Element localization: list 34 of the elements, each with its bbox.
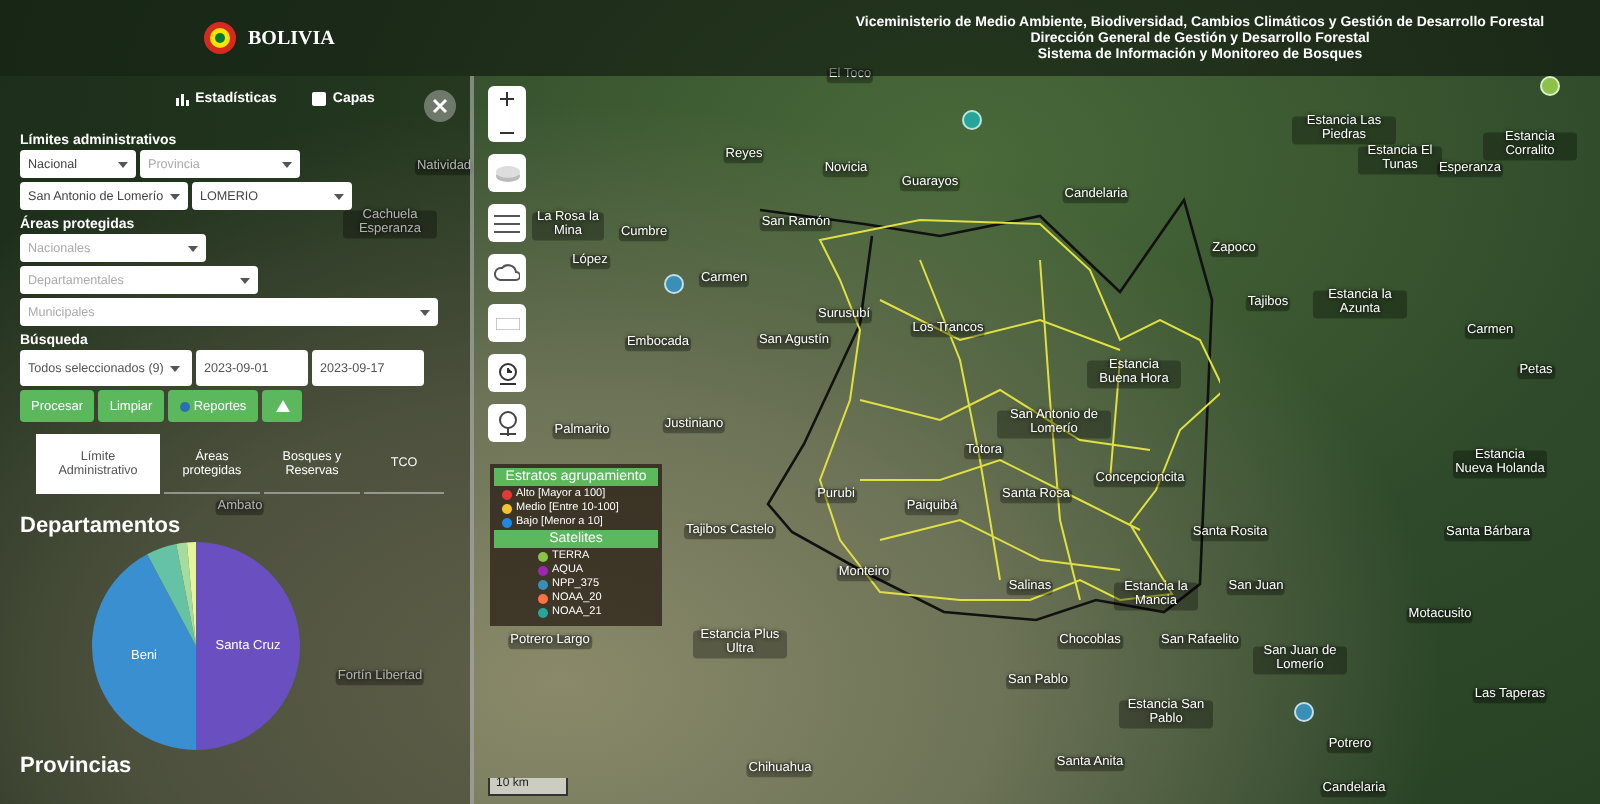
caret-icon [118,161,128,167]
chart-title: Provincias [20,754,134,778]
fire-button[interactable] [488,404,526,442]
hotspot-marker[interactable] [664,274,684,294]
caret-icon [169,365,180,371]
warning-icon [275,400,289,412]
close-icon[interactable] [424,90,456,122]
globe-icon [179,401,190,411]
menu-icon [494,213,520,233]
cloud-icon [494,263,520,283]
menu-button[interactable] [488,204,526,242]
history-button[interactable] [488,354,526,392]
emblem-icon [200,18,240,58]
clock-icon [495,361,519,385]
minus-icon [500,131,514,133]
tree-icon [495,410,519,436]
caret-icon [188,245,198,251]
caret-icon [282,161,292,167]
bar-chart-icon [175,93,190,105]
hotspot-marker[interactable] [1294,702,1314,722]
plus-icon [500,91,514,105]
caret-icon [334,193,344,199]
logo-text: BOLIVIA [248,27,335,49]
hotspot-marker[interactable] [962,110,982,130]
caret-icon [420,309,430,315]
caret-icon [240,277,250,283]
cloud-button[interactable] [488,254,526,292]
warning-button[interactable] [262,390,302,422]
caret-icon [170,193,180,199]
hotspot-marker[interactable] [1540,76,1560,96]
file-icon [495,317,519,329]
layers-button[interactable] [488,154,526,192]
chart-title: Departamentos [20,514,183,538]
shapefile-button[interactable] [488,304,526,342]
